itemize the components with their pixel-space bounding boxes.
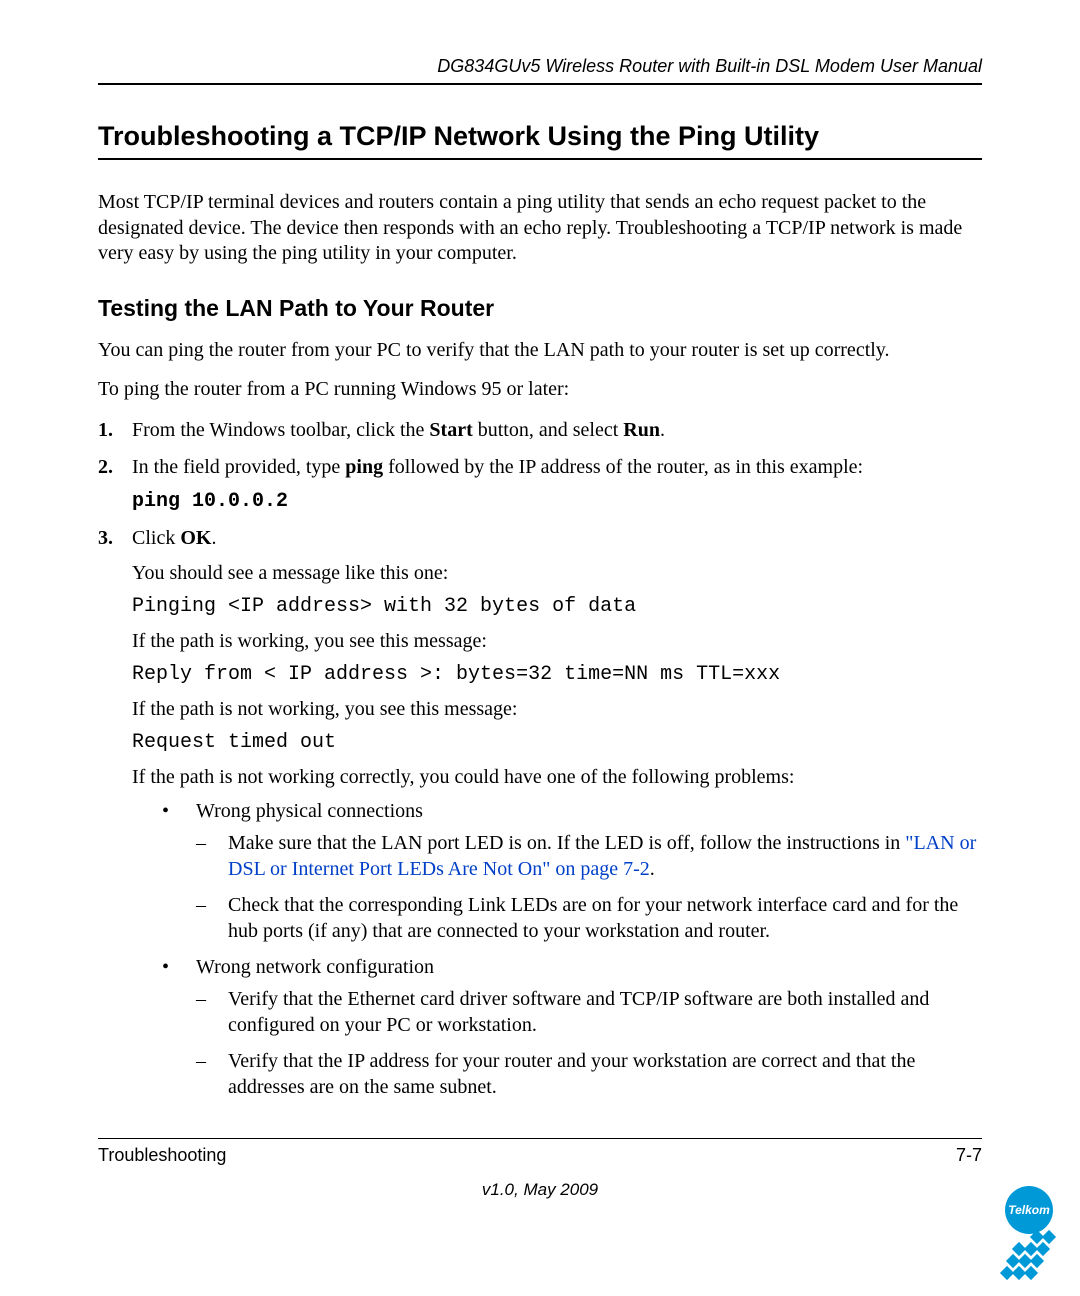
step-1-text-mid: button, and select <box>473 419 624 441</box>
footer-chapter: Troubleshooting <box>98 1145 226 1166</box>
footer-page-number: 7-7 <box>956 1145 982 1166</box>
step-3-p1: You should see a message like this one: <box>132 560 982 586</box>
network-d1: Verify that the Ethernet card driver sof… <box>196 986 982 1038</box>
step-2-text-post: followed by the IP address of the router… <box>383 456 863 478</box>
physical-sublist: Make sure that the LAN port LED is on. I… <box>196 830 982 944</box>
telkom-logo-icon: Telkom <box>984 1170 1074 1290</box>
network-sublist: Verify that the Ethernet card driver sof… <box>196 986 982 1100</box>
step-2-bold-ping: ping <box>345 456 383 478</box>
subsection-p1: You can ping the router from your PC to … <box>98 338 982 364</box>
network-d2: Verify that the IP address for your rout… <box>196 1048 982 1100</box>
running-header: DG834GUv5 Wireless Router with Built-in … <box>98 56 982 83</box>
page-footer: Troubleshooting 7-7 v1.0, May 2009 <box>98 1138 982 1200</box>
step-1-text-pre: From the Windows toolbar, click the <box>132 419 429 441</box>
step-1: From the Windows toolbar, click the Star… <box>98 417 982 444</box>
physical-d2: Check that the corresponding Link LEDs a… <box>196 892 982 944</box>
footer-version: v1.0, May 2009 <box>98 1180 982 1200</box>
step-3-code3: Request timed out <box>132 730 982 756</box>
step-3-bold-ok: OK <box>180 527 211 549</box>
step-1-text-post: . <box>660 419 665 441</box>
step-3-code2: Reply from < IP address >: bytes=32 time… <box>132 662 982 688</box>
step-3-p2: If the path is working, you see this mes… <box>132 628 982 654</box>
step-3-p4: If the path is not working correctly, yo… <box>132 764 982 790</box>
bullet-network: Wrong network configuration Verify that … <box>132 954 982 1100</box>
step-3: Click OK. You should see a message like … <box>98 525 982 1100</box>
header-rule <box>98 83 982 85</box>
bullet-network-label: Wrong network configuration <box>196 956 434 978</box>
bullet-physical-label: Wrong physical connections <box>196 800 423 822</box>
title-rule <box>98 158 982 160</box>
intro-paragraph: Most TCP/IP terminal devices and routers… <box>98 190 982 267</box>
step-3-text-post: . <box>211 527 216 549</box>
step-3-text-pre: Click <box>132 527 180 549</box>
step-1-bold-run: Run <box>623 419 660 441</box>
subsection-p2: To ping the router from a PC running Win… <box>98 377 982 403</box>
logo-text: Telkom <box>1008 1203 1050 1217</box>
step-2-code: ping 10.0.0.2 <box>132 489 982 515</box>
step-3-p3: If the path is not working, you see this… <box>132 696 982 722</box>
section-title: Troubleshooting a TCP/IP Network Using t… <box>98 121 982 152</box>
footer-rule <box>98 1138 982 1139</box>
physical-d1-post: . <box>650 858 655 880</box>
subsection-title: Testing the LAN Path to Your Router <box>98 295 982 322</box>
step-3-code1: Pinging <IP address> with 32 bytes of da… <box>132 594 982 620</box>
step-2-text-pre: In the field provided, type <box>132 456 345 478</box>
physical-d1-pre: Make sure that the LAN port LED is on. I… <box>228 832 905 854</box>
step-2: In the field provided, type ping followe… <box>98 454 982 515</box>
bullet-physical: Wrong physical connections Make sure tha… <box>132 798 982 944</box>
problems-list: Wrong physical connections Make sure tha… <box>132 798 982 1100</box>
steps-list: From the Windows toolbar, click the Star… <box>98 417 982 1100</box>
physical-d1: Make sure that the LAN port LED is on. I… <box>196 830 982 882</box>
step-1-bold-start: Start <box>429 419 472 441</box>
